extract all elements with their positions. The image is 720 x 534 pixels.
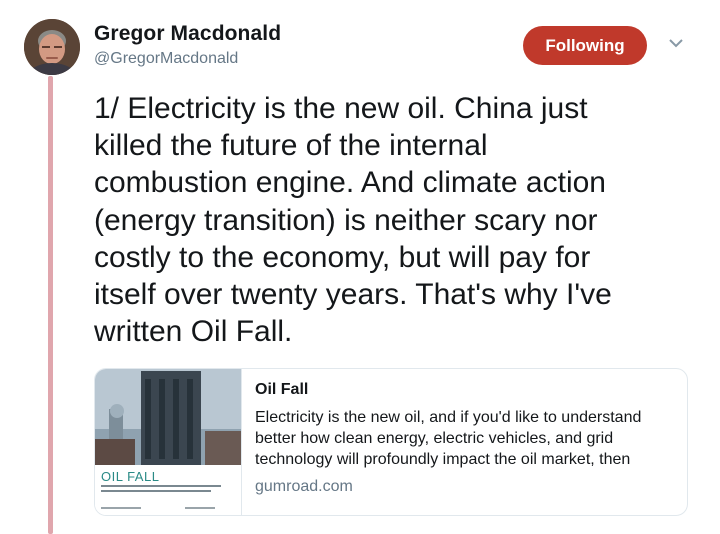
avatar[interactable] [24, 19, 80, 75]
chevron-down-icon[interactable] [666, 36, 686, 50]
card-domain: gumroad.com [255, 478, 353, 495]
author-name[interactable]: Gregor Macdonald [94, 22, 281, 46]
following-button[interactable]: Following [523, 26, 647, 65]
card-description: Electricity is the new oil, and if you'd… [255, 409, 642, 468]
link-card[interactable]: OIL FALL Oil Fall Electricity is the new… [94, 368, 688, 516]
avatar-image [24, 19, 80, 75]
card-title: Oil Fall [255, 381, 309, 398]
card-thumbnail: OIL FALL [95, 369, 242, 515]
tweet-text: 1/ Electricity is the new oil. China jus… [94, 92, 612, 349]
author-handle[interactable]: @GregorMacdonald [94, 50, 238, 68]
book-cover-image [95, 369, 241, 515]
thread-line [48, 76, 53, 534]
cover-title: OIL FALL [101, 469, 160, 484]
card-body: Oil Fall Electricity is the new oil, and… [255, 381, 675, 496]
